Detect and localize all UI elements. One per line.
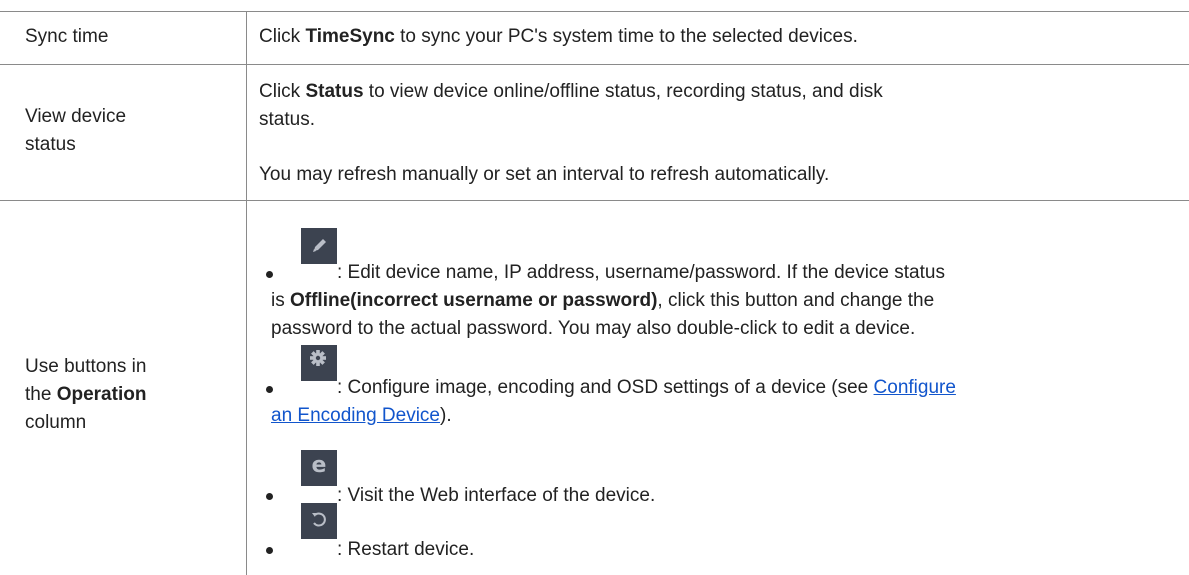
offline-term: Offline(incorrect username or password) [290,290,658,311]
item-web-text: : Visit the Web interface of the device. [337,485,656,506]
item-edit-text: : Edit device name, IP address, username… [337,262,945,283]
timesync-term: TimeSync [305,26,395,47]
gear-icon [301,345,337,381]
bullet-web [266,493,273,500]
row-operation-label: Use buttons in the Operation column [25,356,147,433]
row-sync-time-desc: Click TimeSync to sync your PC's system … [259,26,858,47]
web-e-icon: e [301,450,337,486]
svg-text:e: e [312,453,327,478]
bullet-configure [266,386,273,393]
configure-encoding-device-link-cont[interactable]: an Encoding Device [271,405,440,426]
operation-term: Operation [56,384,147,405]
configure-encoding-device-link[interactable]: Configure [874,377,956,398]
row-sync-time-label: Sync time [25,26,109,47]
restart-icon [301,503,337,539]
row-device-status-label: View device status [25,106,127,155]
item-configure-text-cont: an Encoding Device). [271,405,452,426]
bullet-edit [266,271,273,278]
row-divider-2 [0,200,1189,201]
bullet-restart [266,547,273,554]
item-restart-text: : Restart device. [337,539,475,560]
row-device-status-desc1: Click Status to view device online/offli… [259,81,883,130]
item-edit-text-cont: is Offline(incorrect username or passwor… [271,290,935,339]
pencil-icon [301,228,337,264]
row-divider-1 [0,64,1189,65]
status-term: Status [305,81,364,102]
row-device-status-desc2: You may refresh manually or set an inter… [259,164,830,185]
table-top-border [0,11,1189,12]
item-configure-text: : Configure image, encoding and OSD sett… [337,377,956,398]
column-divider [246,11,247,575]
